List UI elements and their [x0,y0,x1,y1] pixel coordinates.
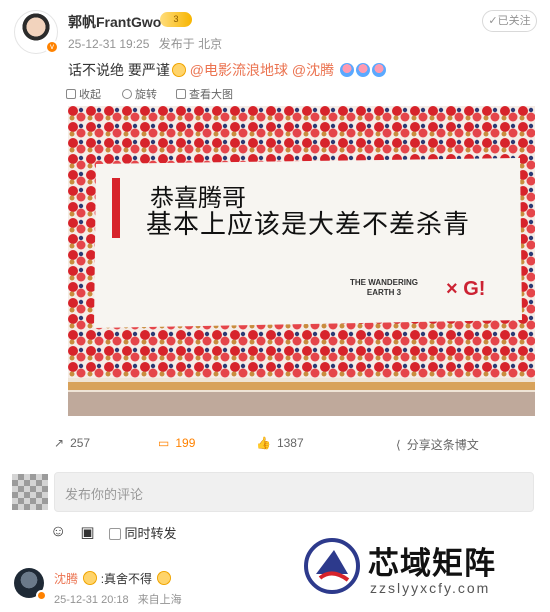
repost-count: 257 [70,436,91,450]
comment-text: 沈腾 :真舍不得 [54,570,172,587]
view-large-image-button[interactable]: 查看大图 [176,86,233,102]
cake-brand-logo: × G! [446,278,486,300]
like-button[interactable]: 👍 1387 [256,436,304,450]
crying-emoji-icon [157,571,172,585]
crying-emoji-icon [372,63,386,77]
cake-line2: 基本上应该是大差不差杀青 [146,210,471,240]
repost-button[interactable]: ↗ 257 [54,436,90,450]
share-label: 分享这条博文 [406,438,479,452]
rotate-label: 旋转 [135,89,157,101]
post-text-plain: 话不说绝 要严谨 [68,62,170,78]
current-user-avatar [12,474,48,510]
post-text: 话不说绝 要严谨 @电影流浪地球 @沈腾 [68,60,386,80]
post-header: v 郭帆FrantGwo 3 25-12-31 19:25 发布于 北京 ✓已关… [0,0,550,58]
cake-illustration [68,106,535,416]
share-button[interactable]: ⟨ 分享这条博文 [396,436,479,453]
image-upload-icon[interactable]: ▣ [80,523,94,541]
comment-tools: ☺ ▣ 同时转发 [50,522,177,542]
author-name[interactable]: 郭帆FrantGwo [68,12,161,32]
image-toolbar: 收起 旋转 查看大图 [66,86,536,104]
cake-photo[interactable]: 恭喜腾哥 基本上应该是大差不差杀青 THE WANDERING EARTH 3 … [68,106,535,416]
repost-icon: ↗ [54,436,65,450]
post-time[interactable]: 25-12-31 19:25 [68,37,149,51]
forward-checkbox[interactable]: 同时转发 [108,523,177,542]
check-icon: ✓ [488,15,498,27]
share-icon: ⟨ [396,437,401,452]
thumbs-up-icon: 👍 [256,436,271,450]
followed-button[interactable]: ✓已关注 [482,10,537,32]
comment-icon: ▭ [158,436,170,450]
forward-label: 同时转发 [124,525,177,541]
view-large-label: 查看大图 [189,89,233,101]
crown-emoji-icon [83,571,98,585]
like-count: 1387 [276,436,304,450]
site-watermark: 芯域矩阵 zzslyyxcfy.com [300,534,540,602]
comment-meta: 25-12-31 20:18 来自上海 [54,591,188,607]
collapse-label: 收起 [79,89,101,101]
stats-bar: ↗ 257 ▭ 199 👍 1387 ⟨ 分享这条博文 [0,430,550,460]
crying-emoji-icon [356,63,370,77]
post-meta: 25-12-31 19:25 发布于 北京 [68,35,228,52]
watermark-title: 芯域矩阵 [368,546,496,582]
watermark-logo-icon [304,538,360,594]
comment-button[interactable]: ▭ 199 [158,436,195,450]
watermark-url: zzslyyxcfy.com [370,580,491,596]
commenter-name[interactable]: 沈腾 [54,572,78,586]
magnify-icon [176,89,186,99]
collapse-icon [66,89,76,99]
verified-badge-icon [36,590,47,601]
verified-badge-icon: v [45,40,59,54]
vip-badge-icon: 3 [160,12,192,27]
comment-count: 199 [175,436,196,450]
post-source: 发布于 北京 [158,37,223,51]
comment-input[interactable]: 发布你的评论 [54,472,534,512]
comment-body: :真舍不得 [100,572,153,586]
comment-time: 25-12-31 20:18 [54,594,129,606]
comment-location: 来自上海 [137,594,182,606]
cake-film-logo: THE WANDERING EARTH 3 [350,278,418,297]
followed-label: 已关注 [497,15,531,27]
collapse-image-button[interactable]: 收起 [66,86,101,102]
mention-film-link[interactable]: @电影流浪地球 [190,62,288,78]
emoji-picker-icon[interactable]: ☺ [50,523,66,541]
rotate-icon [122,89,132,99]
checkbox-icon [108,527,121,540]
cat-emoji-icon [171,63,186,77]
rotate-image-button[interactable]: 旋转 [122,86,157,102]
crying-emoji-icon [340,63,354,77]
mention-shen-link[interactable]: @沈腾 [292,62,334,78]
